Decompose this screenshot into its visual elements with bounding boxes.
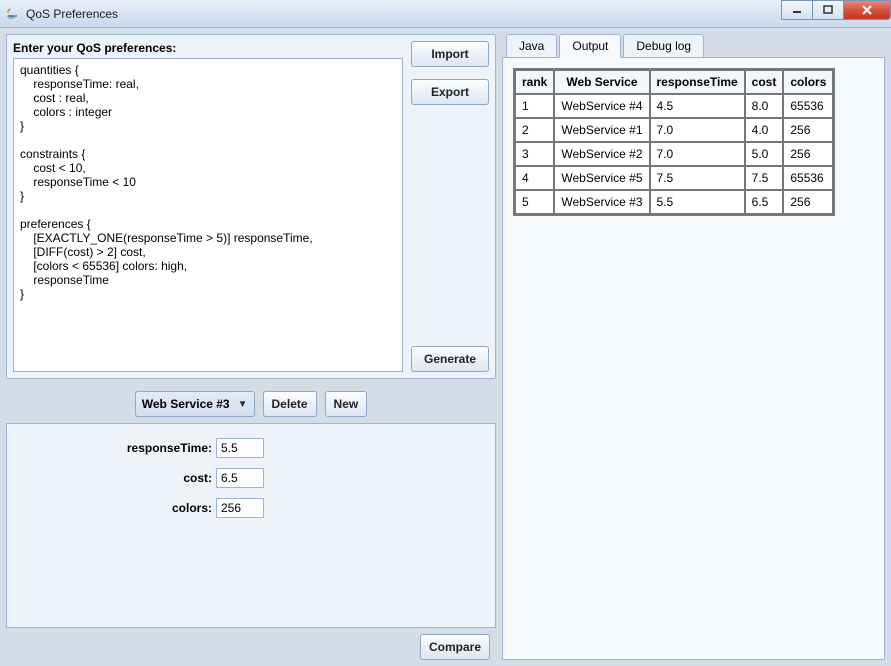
table-row: 4WebService #57.57.565536: [515, 166, 833, 190]
table-cell-colors: 65536: [783, 166, 833, 190]
table-row: 2WebService #17.04.0256: [515, 118, 833, 142]
table-row: 1WebService #44.58.065536: [515, 94, 833, 118]
table-cell-cost: 7.5: [745, 166, 784, 190]
responseTime-input[interactable]: [216, 438, 264, 458]
cost-input[interactable]: [216, 468, 264, 488]
close-button[interactable]: [843, 0, 891, 20]
table-cell-cost: 5.0: [745, 142, 784, 166]
window-title: QoS Preferences: [26, 7, 118, 21]
service-dropdown-label: Web Service #3: [142, 397, 230, 411]
table-cell-ws: WebService #4: [554, 94, 649, 118]
service-toolbar: Web Service #3 ▼ Delete New: [6, 385, 496, 423]
table-cell-ws: WebService #3: [554, 190, 649, 214]
table-cell-colors: 256: [783, 190, 833, 214]
table-cell-rt: 7.5: [650, 166, 745, 190]
table-cell-colors: 256: [783, 118, 833, 142]
compare-button[interactable]: Compare: [420, 634, 490, 660]
compare-row: Compare: [6, 628, 496, 660]
new-button[interactable]: New: [325, 391, 368, 417]
tab-output[interactable]: Output: [559, 34, 621, 58]
table-cell-rank: 1: [515, 94, 554, 118]
prop-row-responseTime: responseTime:: [17, 438, 485, 458]
generate-button[interactable]: Generate: [411, 346, 489, 372]
left-column: Enter your QoS preferences: Import Expor…: [6, 34, 496, 660]
table-cell-colors: 65536: [783, 94, 833, 118]
delete-button[interactable]: Delete: [263, 391, 317, 417]
minimize-button[interactable]: [781, 0, 813, 20]
import-button[interactable]: Import: [411, 41, 489, 67]
prop-label-cost: cost:: [17, 471, 212, 485]
maximize-button[interactable]: [812, 0, 844, 20]
prop-row-colors: colors:: [17, 498, 485, 518]
tabs: Java Output Debug log: [502, 34, 885, 58]
table-cell-cost: 8.0: [745, 94, 784, 118]
tab-java[interactable]: Java: [506, 34, 557, 58]
right-column: Java Output Debug log rank Web Service r…: [502, 34, 885, 660]
table-cell-rank: 3: [515, 142, 554, 166]
qos-area: Enter your QoS preferences:: [13, 41, 403, 372]
side-buttons: Import Export Generate: [411, 41, 489, 372]
table-cell-rt: 7.0: [650, 142, 745, 166]
titlebar: QoS Preferences: [0, 0, 891, 28]
table-cell-rt: 7.0: [650, 118, 745, 142]
table-cell-rank: 4: [515, 166, 554, 190]
qos-panel: Enter your QoS preferences: Import Expor…: [6, 34, 496, 379]
table-cell-ws: WebService #5: [554, 166, 649, 190]
table-row: 3WebService #27.05.0256: [515, 142, 833, 166]
service-dropdown[interactable]: Web Service #3 ▼: [135, 391, 255, 417]
service-panel: Web Service #3 ▼ Delete New responseTime…: [6, 385, 496, 660]
table-cell-rank: 2: [515, 118, 554, 142]
tab-debug[interactable]: Debug log: [623, 34, 704, 58]
table-row: 5WebService #35.56.5256: [515, 190, 833, 214]
table-cell-cost: 4.0: [745, 118, 784, 142]
th-rt: responseTime: [650, 70, 745, 94]
tab-content-output: rank Web Service responseTime cost color…: [502, 57, 885, 660]
qos-label: Enter your QoS preferences:: [13, 41, 403, 55]
content: Enter your QoS preferences: Import Expor…: [0, 28, 891, 666]
table-cell-ws: WebService #1: [554, 118, 649, 142]
th-rank: rank: [515, 70, 554, 94]
table-cell-rt: 5.5: [650, 190, 745, 214]
colors-input[interactable]: [216, 498, 264, 518]
table-cell-rank: 5: [515, 190, 554, 214]
export-button[interactable]: Export: [411, 79, 489, 105]
th-cost: cost: [745, 70, 784, 94]
qos-textarea[interactable]: [13, 58, 403, 372]
table-header-row: rank Web Service responseTime cost color…: [515, 70, 833, 94]
prop-label-colors: colors:: [17, 501, 212, 515]
table-cell-ws: WebService #2: [554, 142, 649, 166]
table-cell-cost: 6.5: [745, 190, 784, 214]
java-icon: [4, 6, 20, 22]
output-table: rank Web Service responseTime cost color…: [513, 68, 835, 216]
th-ws: Web Service: [554, 70, 649, 94]
prop-row-cost: cost:: [17, 468, 485, 488]
spacer: [411, 117, 489, 334]
table-cell-colors: 256: [783, 142, 833, 166]
th-colors: colors: [783, 70, 833, 94]
window-controls: [782, 0, 891, 20]
chevron-down-icon: ▼: [238, 399, 248, 410]
prop-label-responseTime: responseTime:: [17, 441, 212, 455]
properties-panel: responseTime: cost: colors:: [6, 423, 496, 628]
table-cell-rt: 4.5: [650, 94, 745, 118]
